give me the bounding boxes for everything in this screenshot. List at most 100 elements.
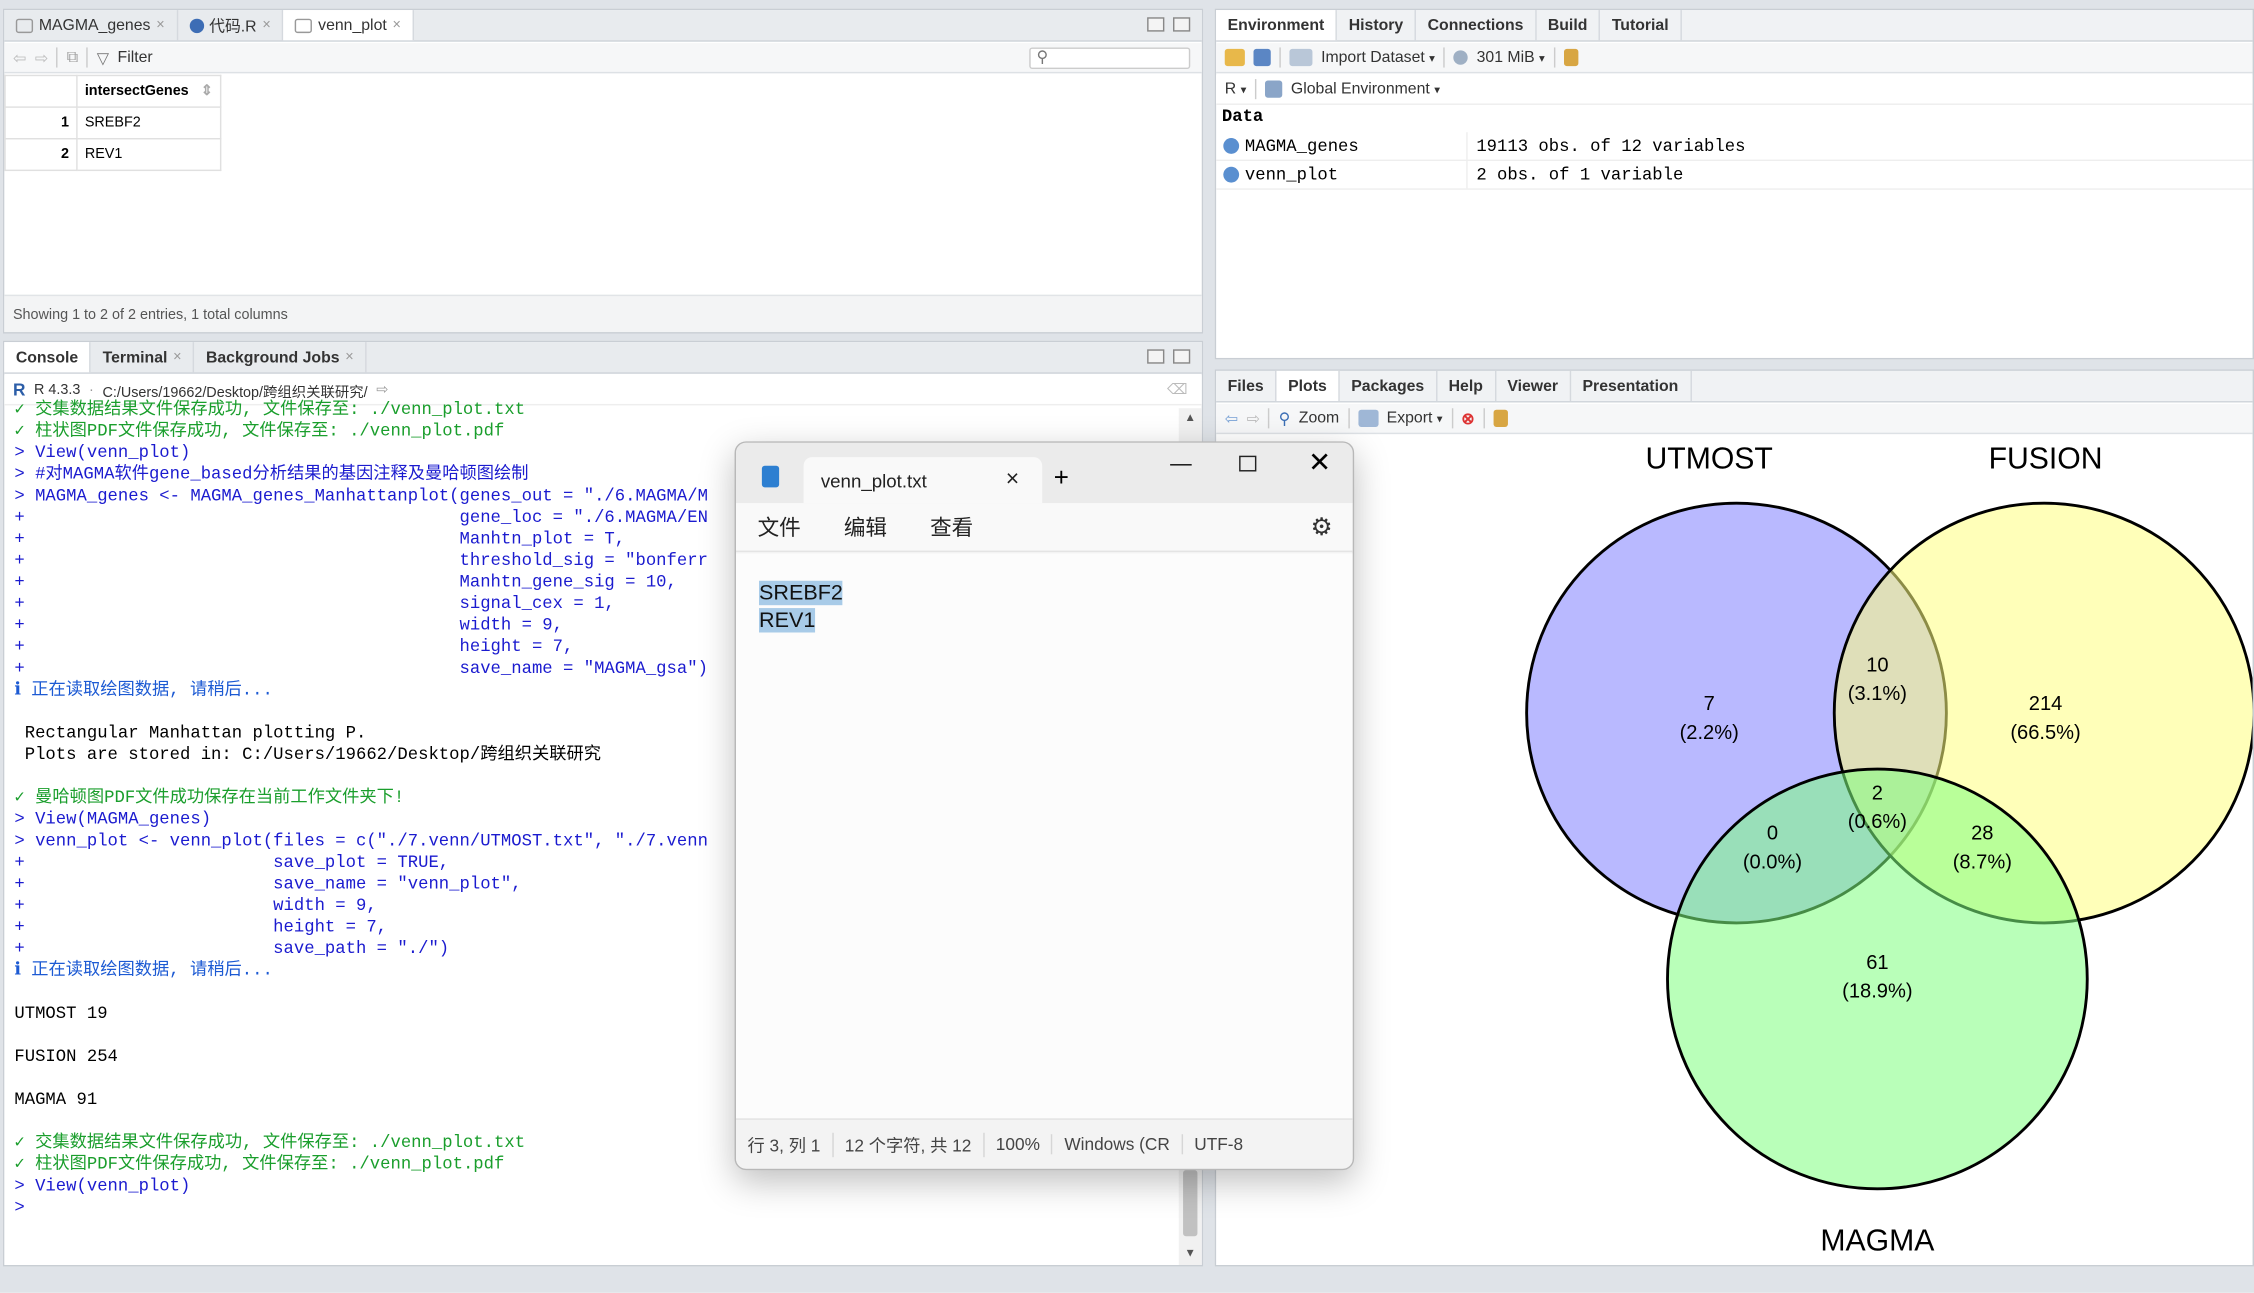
scroll-down-icon[interactable]: ▼ — [1185, 1246, 1196, 1259]
tab-console[interactable]: Console — [4, 342, 92, 373]
venn-set-label-fusion: FUSION — [1989, 443, 2103, 476]
back-arrow-icon[interactable]: ⇦ — [1225, 409, 1238, 427]
env-item-value: 2 obs. of 1 variable — [1476, 164, 1684, 185]
tab-code-r[interactable]: 代码.R × — [178, 10, 284, 41]
expand-arrow-icon[interactable] — [1223, 166, 1240, 183]
scroll-up-icon[interactable]: ▲ — [1185, 411, 1196, 424]
tab-background-jobs[interactable]: Background Jobs × — [194, 342, 367, 373]
broom-icon[interactable] — [1563, 48, 1578, 67]
close-icon[interactable]: × — [345, 349, 353, 365]
filter-button[interactable]: Filter — [118, 49, 153, 66]
goto-dir-icon[interactable]: ⇨ — [376, 382, 388, 398]
language-select[interactable]: R ▾ — [1225, 81, 1247, 98]
source-tabbar: MAGMA_genes × 代码.R × venn_plot × — [4, 10, 1202, 42]
broom-icon[interactable] — [1493, 409, 1508, 427]
zoom-button[interactable]: Zoom — [1299, 410, 1339, 427]
import-dataset-button[interactable]: Import Dataset ▾ — [1321, 49, 1435, 66]
close-icon[interactable]: × — [156, 17, 164, 33]
sort-icon[interactable]: ⇕ — [201, 83, 213, 99]
tab-label: Plots — [1288, 377, 1327, 395]
zoom-level[interactable]: 100% — [984, 1134, 1053, 1155]
tab-environment[interactable]: Environment — [1216, 10, 1338, 41]
tab-build[interactable]: Build — [1536, 10, 1601, 41]
tab-label: Tutorial — [1611, 16, 1669, 34]
tab-magma-genes[interactable]: MAGMA_genes × — [4, 10, 178, 41]
tab-terminal[interactable]: Terminal × — [91, 342, 195, 373]
settings-gear-icon[interactable]: ⚙ — [1311, 512, 1333, 541]
tab-viewer[interactable]: Viewer — [1496, 370, 1572, 402]
filter-icon[interactable]: ▽ — [97, 48, 109, 67]
expand-arrow-icon[interactable] — [1223, 138, 1240, 154]
import-icon — [1289, 48, 1313, 67]
scrollbar-thumb[interactable] — [1183, 1170, 1198, 1237]
remove-plot-icon[interactable]: ⊗ — [1461, 409, 1474, 427]
environment-select[interactable]: Global Environment ▾ — [1291, 81, 1440, 98]
venn-region-percent: (0.6%) — [1848, 811, 1907, 833]
tab-files[interactable]: Files — [1216, 370, 1277, 402]
divider — [1483, 408, 1485, 429]
memory-usage-button[interactable]: 301 MiB ▾ — [1477, 49, 1545, 66]
menu-edit[interactable]: 编辑 — [844, 512, 887, 542]
maximize-icon[interactable] — [1173, 349, 1191, 364]
tab-presentation[interactable]: Presentation — [1571, 370, 1692, 402]
venn-region-percent: (3.1%) — [1848, 683, 1907, 705]
env-item-name: venn_plot — [1244, 164, 1339, 185]
forward-arrow-icon[interactable]: ⇨ — [35, 48, 48, 67]
close-window-icon[interactable]: ✕ — [1308, 447, 1331, 480]
table-row: 2 REV1 — [4, 138, 222, 172]
tab-tutorial[interactable]: Tutorial — [1600, 10, 1682, 41]
divider — [1443, 47, 1446, 68]
encoding[interactable]: UTF-8 — [1183, 1134, 1255, 1154]
export-button[interactable]: Export ▾ — [1387, 410, 1443, 427]
memory-pie-icon — [1453, 50, 1469, 65]
broom-icon[interactable]: ⌫ — [1167, 382, 1187, 398]
back-arrow-icon[interactable]: ⇦ — [13, 48, 26, 67]
menu-view[interactable]: 查看 — [930, 512, 973, 542]
save-icon[interactable] — [1253, 48, 1271, 67]
tab-label: 代码.R — [209, 17, 257, 36]
close-icon[interactable]: × — [262, 17, 270, 33]
tab-history[interactable]: History — [1337, 10, 1417, 41]
tab-label: Build — [1547, 16, 1588, 34]
env-item-venn-plot[interactable]: venn_plot 2 obs. of 1 variable — [1216, 161, 2253, 190]
popout-icon[interactable]: ⧉ — [67, 48, 78, 67]
tab-help[interactable]: Help — [1437, 370, 1496, 402]
open-folder-icon[interactable] — [1224, 48, 1245, 67]
notepad-tab[interactable]: venn_plot.txt × — [803, 457, 1043, 504]
minimize-icon[interactable] — [1147, 17, 1165, 32]
row-index-header — [4, 74, 78, 108]
search-input[interactable]: ⚲ — [1029, 47, 1191, 69]
close-icon[interactable]: × — [393, 17, 401, 33]
venn-set-label-utmost: UTMOST — [1645, 443, 1772, 476]
line-ending[interactable]: Windows (CR — [1053, 1134, 1183, 1155]
tab-packages[interactable]: Packages — [1340, 370, 1438, 402]
close-tab-icon[interactable]: × — [1006, 467, 1019, 493]
plots-tabbar: Files Plots Packages Help Viewer Present… — [1216, 370, 2253, 403]
tab-label: Files — [1227, 377, 1264, 395]
menu-file[interactable]: 文件 — [758, 512, 801, 542]
maximize-icon[interactable] — [1173, 17, 1191, 32]
minimize-icon[interactable] — [1147, 349, 1165, 364]
close-icon[interactable]: × — [173, 349, 181, 365]
env-item-magma-genes[interactable]: MAGMA_genes 19113 obs. of 12 variables — [1216, 132, 2253, 161]
tab-plots[interactable]: Plots — [1276, 370, 1340, 402]
selected-text: SREBF2 — [759, 580, 843, 606]
maximize-window-icon[interactable] — [1239, 455, 1257, 472]
notepad-statusbar: 行 3, 列 1 12 个字符, 共 12 100% Windows (CR U… — [736, 1118, 1353, 1169]
tab-venn-plot[interactable]: venn_plot × — [283, 10, 414, 41]
forward-arrow-icon[interactable]: ⇨ — [1247, 409, 1260, 427]
minimize-window-icon[interactable]: — — [1170, 451, 1192, 475]
working-directory[interactable]: C:/Users/19662/Desktop/跨组织关联研究/ — [102, 379, 367, 401]
search-icon: ⚲ — [1036, 48, 1049, 67]
env-item-value: 19113 obs. of 12 variables — [1476, 135, 1746, 156]
row-index: 1 — [4, 106, 78, 140]
text-line: SREBF2 — [759, 579, 1330, 606]
notepad-titlebar: venn_plot.txt × + — ✕ — [736, 442, 1353, 504]
env-item-name: MAGMA_genes — [1244, 135, 1359, 156]
new-tab-icon[interactable]: + — [1054, 463, 1069, 493]
tab-connections[interactable]: Connections — [1416, 10, 1537, 41]
venn-region-percent: (8.7%) — [1953, 851, 2012, 873]
notepad-text-area[interactable]: SREBF2 REV1 — [736, 553, 1353, 1122]
column-header[interactable]: intersectGenes ⇕ — [76, 74, 222, 108]
chevron-down-icon: ▾ — [1436, 412, 1443, 426]
